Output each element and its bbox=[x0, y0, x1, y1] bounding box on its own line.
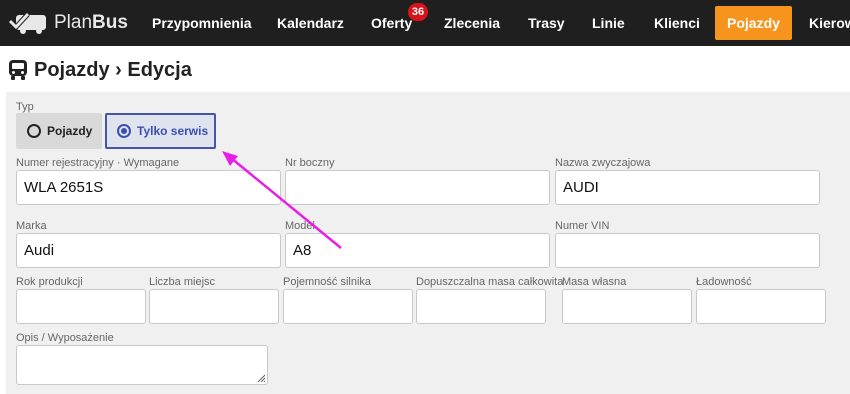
type-option-pojazdy[interactable]: Pojazdy bbox=[16, 113, 102, 149]
nav-item-oferty[interactable]: Oferty bbox=[371, 0, 412, 46]
bus-icon bbox=[9, 60, 27, 80]
offers-count-badge: 36 bbox=[408, 3, 428, 21]
brand-input[interactable]: Audi bbox=[16, 233, 281, 268]
type-option-tylko-serwis[interactable]: Tylko serwis bbox=[105, 113, 216, 149]
brand-name: PlanBus bbox=[54, 12, 128, 33]
vin-input[interactable] bbox=[555, 233, 820, 268]
common-name-input[interactable]: AUDI bbox=[555, 170, 820, 205]
engine-capacity-input[interactable] bbox=[283, 289, 413, 324]
nav-item-kierowcy[interactable]: Kierow bbox=[809, 0, 850, 46]
nav-item-przypomnienia[interactable]: Przypomnienia bbox=[152, 0, 252, 46]
registration-label: Numer rejestracyjny · Wymagane bbox=[16, 157, 180, 169]
own-mass-input[interactable] bbox=[562, 289, 692, 324]
nav-item-zlecenia[interactable]: Zlecenia bbox=[444, 0, 500, 46]
type-option-label: Tylko serwis bbox=[137, 124, 209, 138]
type-option-label: Pojazdy bbox=[47, 124, 93, 138]
type-label: Typ bbox=[16, 101, 34, 113]
load-capacity-label: Ładowność bbox=[696, 276, 752, 288]
seats-input[interactable] bbox=[149, 289, 279, 324]
nav-item-trasy[interactable]: Trasy bbox=[528, 0, 565, 46]
registration-input[interactable]: WLA 2651S bbox=[16, 170, 281, 205]
common-name-label: Nazwa zwyczajowa bbox=[555, 157, 651, 169]
bus-check-logo-icon bbox=[8, 12, 46, 34]
description-textarea[interactable] bbox=[16, 345, 268, 385]
nav-item-pojazdy[interactable]: Pojazdy bbox=[715, 6, 792, 40]
page-title: Pojazdy › Edycja bbox=[8, 57, 192, 83]
production-year-label: Rok produkcji bbox=[16, 276, 83, 288]
page-title-text: Pojazdy › Edycja bbox=[34, 58, 192, 81]
radio-selected-icon bbox=[117, 124, 131, 138]
brand-label: Marka bbox=[16, 220, 47, 232]
max-mass-label: Dopuszczalna masa całkowita bbox=[416, 276, 564, 288]
top-navbar: PlanBus Przypomnienia Kalendarz Oferty 3… bbox=[0, 0, 850, 46]
own-mass-label: Masa własna bbox=[562, 276, 627, 288]
model-input[interactable]: A8 bbox=[285, 233, 550, 268]
engine-capacity-label: Pojemność silnika bbox=[283, 276, 372, 288]
side-number-input[interactable] bbox=[285, 170, 550, 205]
planbus-logo[interactable]: PlanBus bbox=[8, 10, 128, 36]
load-capacity-input[interactable] bbox=[696, 289, 826, 324]
radio-unselected-icon bbox=[27, 124, 41, 138]
nav-item-klienci[interactable]: Klienci bbox=[654, 0, 700, 46]
vin-label: Numer VIN bbox=[555, 220, 610, 232]
side-number-label: Nr boczny bbox=[285, 157, 335, 169]
seats-label: Liczba miejsc bbox=[149, 276, 216, 288]
model-label: Model bbox=[285, 220, 315, 232]
max-mass-input[interactable] bbox=[416, 289, 546, 324]
description-label: Opis / Wyposażenie bbox=[16, 332, 114, 344]
resize-handle-icon[interactable] bbox=[257, 374, 265, 382]
production-year-input[interactable] bbox=[16, 289, 146, 324]
nav-item-linie[interactable]: Linie bbox=[592, 0, 625, 46]
nav-item-kalendarz[interactable]: Kalendarz bbox=[277, 0, 344, 46]
